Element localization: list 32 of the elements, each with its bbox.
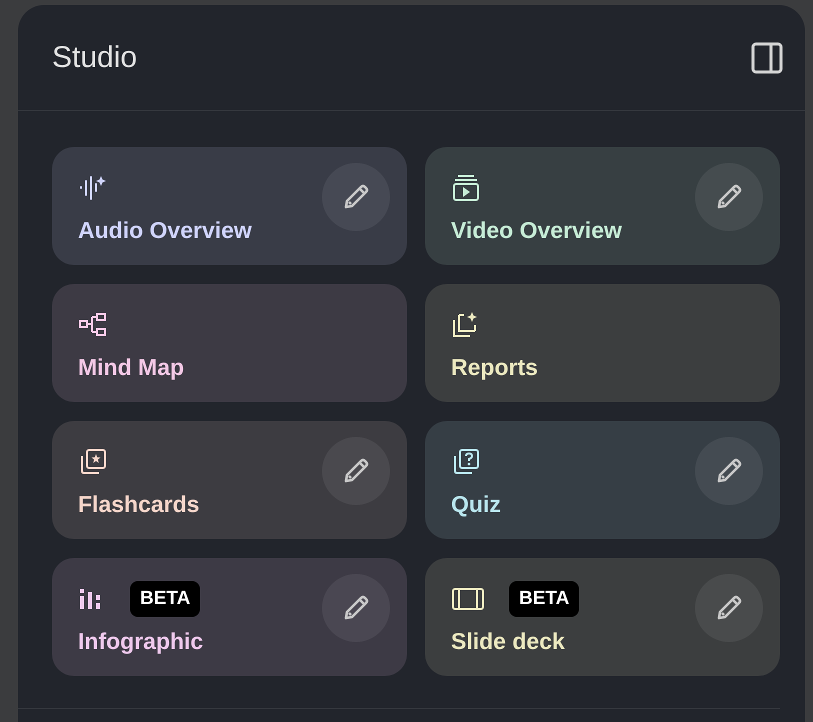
video-stack-icon xyxy=(451,174,481,202)
slides-icon xyxy=(451,587,485,611)
tree-diagram-icon xyxy=(78,312,108,338)
pencil-icon xyxy=(342,594,370,622)
pencil-icon xyxy=(715,457,743,485)
pencil-icon xyxy=(715,594,743,622)
tile-label: Slide deck xyxy=(451,628,566,655)
studio-tile[interactable]: Reports xyxy=(425,284,780,402)
studio-tile[interactable]: Mind Map xyxy=(52,284,407,402)
studio-tile[interactable]: Quiz xyxy=(425,421,780,539)
studio-tile[interactable]: Flashcards xyxy=(52,421,407,539)
beta-badge: BETA xyxy=(509,581,580,617)
panel-title: Studio xyxy=(52,40,138,74)
tile-label: Flashcards xyxy=(78,491,200,518)
star-cards-icon xyxy=(78,448,108,476)
question-cards-icon xyxy=(451,448,481,476)
pencil-icon xyxy=(342,457,370,485)
studio-tile[interactable]: Audio Overview xyxy=(52,147,407,265)
beta-badge: BETA xyxy=(130,581,200,617)
pencil-icon xyxy=(715,183,743,211)
tile-label: Reports xyxy=(451,354,539,381)
tile-label: Mind Map xyxy=(78,354,186,381)
studio-tile[interactable]: BETA Infographic xyxy=(52,558,407,676)
pencil-icon xyxy=(342,183,370,211)
studio-tile[interactable]: BETA Slide deck xyxy=(425,558,780,676)
studio-tile[interactable]: Video Overview xyxy=(425,147,780,265)
side-panel-icon[interactable] xyxy=(751,42,783,74)
sound-wave-icon xyxy=(78,175,106,201)
tile-label: Audio Overview xyxy=(78,217,253,244)
tile-label: Quiz xyxy=(451,491,502,518)
tile-label: Infographic xyxy=(78,628,204,655)
tile-label: Video Overview xyxy=(451,217,623,244)
